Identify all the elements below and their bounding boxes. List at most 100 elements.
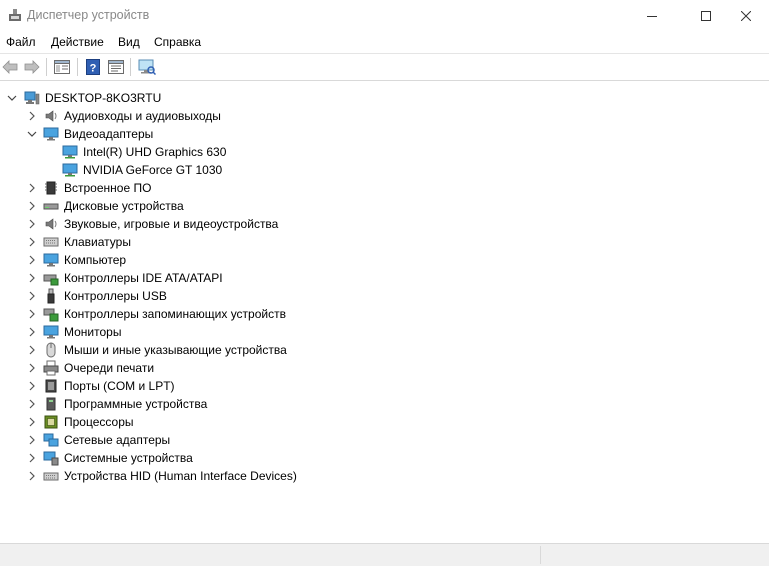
tree-device-label: Intel(R) UHD Graphics 630 [83, 145, 227, 159]
properties-button[interactable] [106, 57, 126, 77]
tree-category[interactable]: Дисковые устройства [0, 197, 769, 215]
tree-category[interactable]: Мыши и иные указывающие устройства [0, 341, 769, 359]
chevron-right-icon[interactable] [26, 341, 38, 359]
chevron-down-icon[interactable] [6, 89, 18, 107]
forward-button[interactable] [22, 57, 42, 77]
maximize-icon [701, 10, 711, 21]
tree-category[interactable]: Контроллеры запоминающих устройств [0, 305, 769, 323]
tree-category-label: Мыши и иные указывающие устройства [64, 343, 287, 357]
close-button[interactable] [723, 0, 769, 31]
tree-category[interactable]: Звуковые, игровые и видеоустройства [0, 215, 769, 233]
tree-device[interactable]: Intel(R) UHD Graphics 630 [0, 143, 769, 161]
tree-category[interactable]: Видеоадаптеры [0, 125, 769, 143]
tree-category[interactable]: Встроенное ПО [0, 179, 769, 197]
chevron-right-icon[interactable] [26, 251, 38, 269]
help-button[interactable]: ? [83, 57, 103, 77]
tree-category-label: Клавиатуры [64, 235, 131, 249]
tree-category-label: Системные устройства [64, 451, 193, 465]
tree-category-label: Компьютер [64, 253, 127, 267]
toolbar-separator [130, 58, 131, 76]
tree-category[interactable]: Программные устройства [0, 395, 769, 413]
tree-category[interactable]: Процессоры [0, 413, 769, 431]
chevron-right-icon[interactable] [26, 323, 38, 341]
usb-icon [47, 288, 55, 304]
tree-device[interactable]: NVIDIA GeForce GT 1030 [0, 161, 769, 179]
chevron-right-icon[interactable] [26, 359, 38, 377]
chevron-right-icon[interactable] [26, 287, 38, 305]
tree-category-label: Порты (COM и LPT) [64, 379, 175, 393]
tree-category[interactable]: Аудиовходы и аудиовыходы [0, 107, 769, 125]
title-bar: Диспетчер устройств [0, 0, 769, 31]
arrow-left-icon [2, 60, 18, 74]
display-adapter-icon [62, 163, 78, 177]
chevron-right-icon[interactable] [26, 449, 38, 467]
chevron-right-icon[interactable] [26, 395, 38, 413]
chevron-right-icon[interactable] [26, 305, 38, 323]
port-icon [45, 379, 57, 393]
tree-category-label: Звуковые, игровые и видеоустройства [64, 217, 279, 231]
tree-category[interactable]: Устройства HID (Human Interface Devices) [0, 467, 769, 485]
tree-category[interactable]: Порты (COM и LPT) [0, 377, 769, 395]
properties-icon [108, 60, 124, 74]
help-icon: ? [86, 59, 100, 75]
tree-category-label: Программные устройства [64, 397, 208, 411]
tree-category[interactable]: Мониторы [0, 323, 769, 341]
chevron-down-icon[interactable] [26, 125, 38, 143]
chevron-right-icon[interactable] [26, 467, 38, 485]
arrow-right-icon [24, 60, 40, 74]
tree-category-label: Видеоадаптеры [64, 127, 154, 141]
disk-icon [43, 203, 59, 210]
chevron-right-icon[interactable] [26, 197, 38, 215]
menu-help[interactable]: Справка [154, 35, 201, 49]
chevron-right-icon[interactable] [26, 107, 38, 125]
computer-icon [24, 91, 40, 105]
menu-view[interactable]: Вид [118, 35, 140, 49]
back-button[interactable] [0, 57, 20, 77]
ide-controller-icon [43, 274, 59, 286]
storage-controller-icon [43, 308, 59, 322]
computer-icon [43, 253, 59, 267]
keyboard-icon [43, 237, 59, 247]
tree-category[interactable]: Контроллеры USB [0, 287, 769, 305]
tree-category[interactable]: Компьютер [0, 251, 769, 269]
tree-category[interactable]: Клавиатуры [0, 233, 769, 251]
tree-category[interactable]: Очереди печати [0, 359, 769, 377]
tree-category[interactable]: Системные устройства [0, 449, 769, 467]
scan-hardware-button[interactable] [137, 57, 157, 77]
chevron-right-icon[interactable] [26, 431, 38, 449]
mouse-icon [46, 342, 56, 358]
tree-root[interactable]: DESKTOP-8KO3RTU [0, 89, 769, 107]
scan-hardware-icon [138, 59, 156, 75]
status-cell [540, 546, 769, 564]
network-icon [43, 433, 59, 447]
chevron-right-icon[interactable] [26, 413, 38, 431]
tree-category[interactable]: Сетевые адаптеры [0, 431, 769, 449]
chevron-right-icon[interactable] [26, 377, 38, 395]
chevron-right-icon[interactable] [26, 269, 38, 287]
tree-category-label: Контроллеры IDE ATA/ATAPI [64, 271, 223, 285]
tree-category-label: Очереди печати [64, 361, 155, 375]
minimize-button[interactable] [629, 0, 675, 31]
chevron-right-icon[interactable] [26, 215, 38, 233]
toolbar: ? [0, 54, 769, 81]
speaker-icon [45, 110, 57, 122]
chevron-right-icon[interactable] [26, 179, 38, 197]
menu-bar: Файл Действие Вид Справка [0, 31, 769, 54]
tree-category-label: Контроллеры USB [64, 289, 167, 303]
monitor-icon [43, 127, 59, 141]
chevron-right-icon[interactable] [26, 233, 38, 251]
window-title: Диспетчер устройств [27, 8, 150, 22]
monitor-icon [43, 325, 59, 339]
menu-action[interactable]: Действие [51, 35, 104, 49]
menu-file[interactable]: Файл [6, 35, 36, 49]
tree-category[interactable]: Контроллеры IDE ATA/ATAPI [0, 269, 769, 287]
tree-root-label: DESKTOP-8KO3RTU [45, 91, 162, 105]
tree-category-label: Дисковые устройства [64, 199, 184, 213]
tree-category-label: Сетевые адаптеры [64, 433, 171, 447]
chip-icon [45, 181, 57, 195]
show-hide-console-tree-button[interactable] [52, 57, 72, 77]
device-manager-app-icon [9, 9, 21, 21]
status-bar [0, 543, 769, 566]
device-tree: DESKTOP-8KO3RTU Аудиовходы и аудиовыходы… [0, 81, 769, 543]
svg-text:?: ? [90, 63, 97, 75]
